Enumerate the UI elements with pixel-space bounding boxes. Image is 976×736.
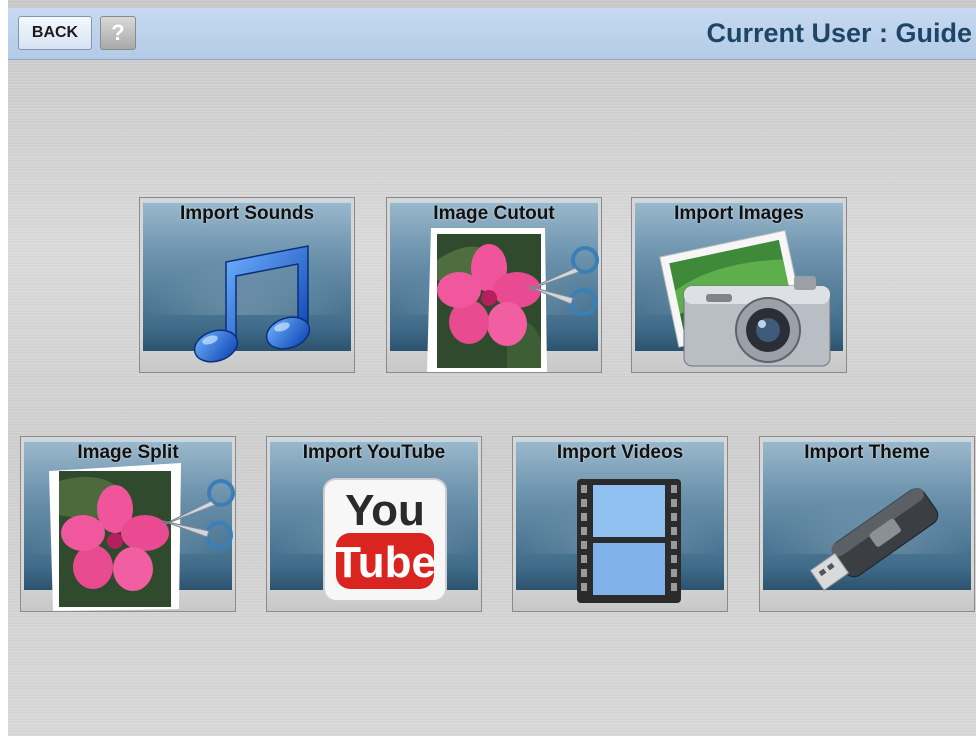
flower-scissors-icon xyxy=(427,228,599,372)
camera-photo-icon xyxy=(659,229,831,367)
flower-scissors-icon xyxy=(49,463,235,611)
music-note-icon xyxy=(193,245,311,363)
tile-label: Import Sounds xyxy=(179,203,315,224)
image-split-tile[interactable]: Image Split xyxy=(20,436,236,612)
tile-label: Import Images xyxy=(674,203,804,224)
image-cutout-tile[interactable]: Image Cutout xyxy=(386,197,602,373)
import-images-tile[interactable]: Import Images xyxy=(631,197,847,373)
top-bar: BACK ? Current User : Guide xyxy=(8,8,976,60)
back-button[interactable]: BACK xyxy=(18,16,92,50)
usb-drive-icon xyxy=(809,487,939,591)
tile-label: Import Videos xyxy=(556,442,684,463)
import-youtube-tile[interactable]: Import YouTube You Tube xyxy=(266,436,482,612)
tile-label: Import YouTube xyxy=(302,442,446,463)
tile-label: Image Cutout xyxy=(433,203,555,224)
help-button[interactable]: ? xyxy=(100,16,136,50)
youtube-logo-bottom: Tube xyxy=(334,538,436,587)
film-strip-icon xyxy=(577,479,681,603)
import-sounds-tile[interactable]: Import Sounds xyxy=(139,197,355,373)
current-user-label: Current User : Guide xyxy=(706,18,972,48)
youtube-logo-top: You xyxy=(345,486,425,535)
tile-label: Image Split xyxy=(77,442,179,463)
tile-label: Import Theme xyxy=(804,442,930,463)
import-videos-tile[interactable]: Import Videos xyxy=(512,436,728,612)
help-icon: ? xyxy=(111,20,125,45)
import-theme-tile[interactable]: Import Theme xyxy=(759,436,975,612)
youtube-icon: You Tube xyxy=(323,478,447,602)
window-edge xyxy=(0,0,8,736)
